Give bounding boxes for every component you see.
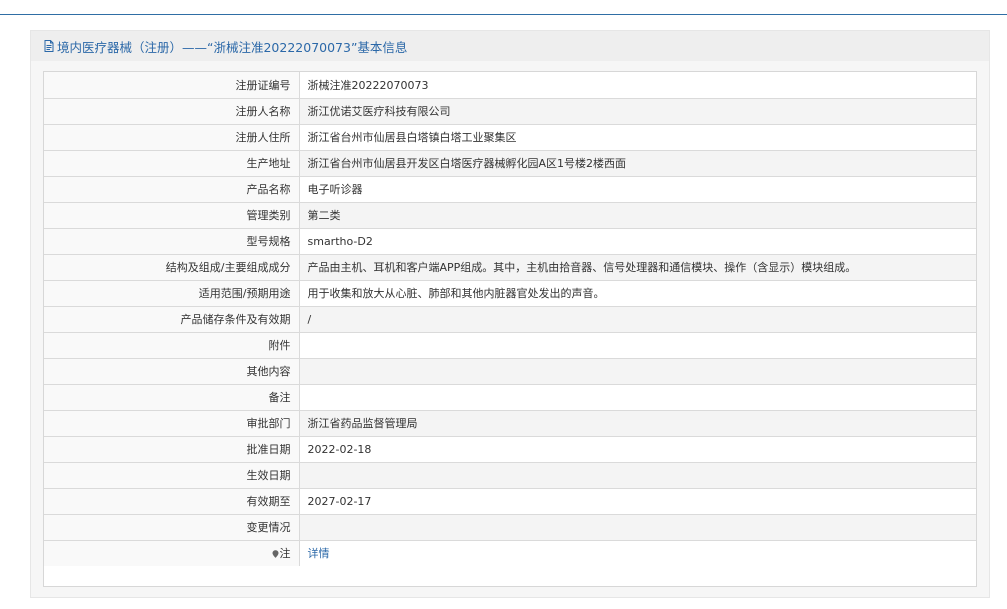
field-value: 浙江省药品监督管理局 [299,410,976,437]
field-value: 第二类 [299,202,976,229]
field-label: 变更情况 [44,514,300,541]
table-row: 结构及组成/主要组成成分 产品由主机、耳机和客户端APP组成。其中，主机由拾音器、… [44,254,976,281]
table-row: 产品储存条件及有效期 / [44,306,976,333]
field-label: 附件 [44,332,300,359]
table-row: 附件 [44,332,976,359]
table-row: 备注 [44,384,976,411]
field-label: 产品名称 [44,176,300,203]
field-value [299,358,976,385]
field-label: 型号规格 [44,228,300,255]
field-label: 产品储存条件及有效期 [44,306,300,333]
field-value: 电子听诊器 [299,176,976,203]
table-row: 生产地址 浙江省台州市仙居县开发区白塔医疗器械孵化园A区1号楼2楼西面 [44,150,976,177]
field-label: 批准日期 [44,436,300,463]
field-value: 浙江省台州市仙居县白塔镇白塔工业聚集区 [299,124,976,151]
field-label: 注册人住所 [44,124,300,151]
table-row: 变更情况 [44,514,976,541]
table-row: 注册证编号 浙械注准20222070073 [44,72,976,99]
field-value: 2022-02-18 [299,436,976,463]
field-label: 注册证编号 [44,72,300,99]
field-value [299,462,976,489]
note-label-cell: 注 [44,540,300,566]
table-row: 注册人住所 浙江省台州市仙居县白塔镇白塔工业聚集区 [44,124,976,151]
note-label: 注 [279,547,291,561]
table-row: 注册人名称 浙江优诺艾医疗科技有限公司 [44,98,976,125]
table-row: 生效日期 [44,462,976,489]
field-value [299,384,976,411]
field-value [299,514,976,541]
field-label: 生效日期 [44,462,300,489]
field-label: 审批部门 [44,410,300,437]
table-row: 产品名称 电子听诊器 [44,176,976,203]
map-pin-icon [272,550,278,559]
field-label: 管理类别 [44,202,300,229]
page-title: 境内医疗器械（注册）——“浙械注准20222070073”基本信息 [57,39,408,55]
field-value: 浙江省台州市仙居县开发区白塔医疗器械孵化园A区1号楼2楼西面 [299,150,976,177]
table-row: 有效期至 2027-02-17 [44,488,976,515]
field-label: 其他内容 [44,358,300,385]
field-value: 2027-02-17 [299,488,976,515]
detail-table: 注册证编号 浙械注准20222070073 注册人名称 浙江优诺艾医疗科技有限公司 注册… [44,72,976,566]
field-label: 适用范围/预期用途 [44,280,300,307]
field-value: smartho-D2 [299,228,976,255]
field-label: 注册人名称 [44,98,300,125]
details-link[interactable]: 详情 [308,547,330,560]
document-icon [43,40,55,52]
field-label: 生产地址 [44,150,300,177]
table-row: 适用范围/预期用途 用于收集和放大从心脏、肺部和其他内脏器官处发出的声音。 [44,280,976,307]
table-row: 批准日期 2022-02-18 [44,436,976,463]
table-row: 管理类别 第二类 [44,202,976,229]
table-row-note: 注 详情 [44,540,976,566]
table-row: 型号规格 smartho-D2 [44,228,976,255]
field-value: 产品由主机、耳机和客户端APP组成。其中，主机由拾音器、信号处理器和通信模块、操… [299,254,976,281]
detail-table-container: 注册证编号 浙械注准20222070073 注册人名称 浙江优诺艾医疗科技有限公司 注册… [43,71,977,587]
field-value: 浙江优诺艾医疗科技有限公司 [299,98,976,125]
info-panel: 境内医疗器械（注册）——“浙械注准20222070073”基本信息 注册证编号浙… [30,30,990,598]
field-label: 结构及组成/主要组成成分 [44,254,300,281]
note-value-cell: 详情 [299,540,976,566]
top-divider [0,14,1007,15]
table-row: 审批部门 浙江省药品监督管理局 [44,410,976,437]
table-row: 其他内容 [44,358,976,385]
field-value [299,332,976,359]
field-value: 浙械注准20222070073 [299,72,976,99]
field-label: 有效期至 [44,488,300,515]
field-value: / [299,306,976,333]
panel-header: 境内医疗器械（注册）——“浙械注准20222070073”基本信息 [31,31,989,61]
field-label: 备注 [44,384,300,411]
field-value: 用于收集和放大从心脏、肺部和其他内脏器官处发出的声音。 [299,280,976,307]
